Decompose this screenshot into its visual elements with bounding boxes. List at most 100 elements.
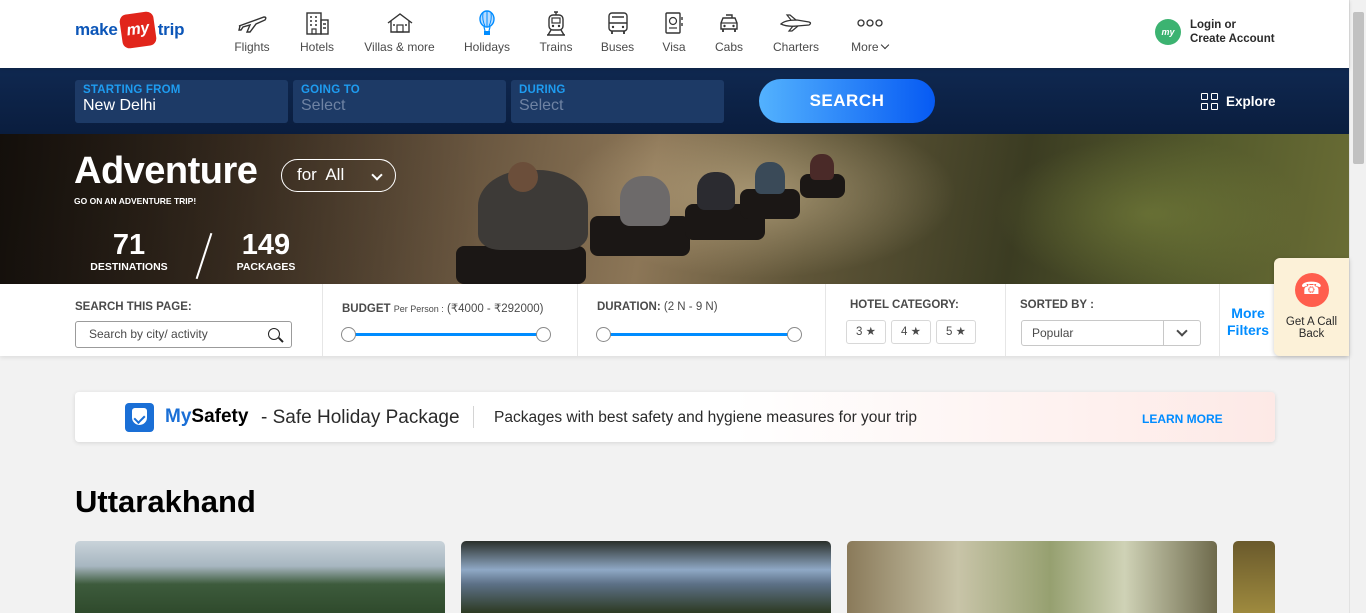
shield-check-icon xyxy=(125,403,154,432)
mysafety-banner: MySafety - Safe Holiday Package Packages… xyxy=(75,392,1275,442)
hotel-5-star-chip[interactable]: 5 ★ xyxy=(936,320,976,344)
search-button[interactable]: SEARCH xyxy=(759,79,935,123)
destinations-stat: 71 DESTINATIONS xyxy=(88,230,170,273)
search-city-activity-input[interactable]: Search by city/ activity xyxy=(75,321,292,348)
package-card[interactable] xyxy=(847,541,1217,613)
nav-item-holidays[interactable]: Holidays xyxy=(447,10,527,54)
region-heading: Uttarakhand xyxy=(75,484,256,519)
login-text: Login or Create Account xyxy=(1190,18,1275,46)
callback-line: Back xyxy=(1298,328,1325,340)
budget-min-handle[interactable] xyxy=(341,327,356,342)
packages-stat: 149 PACKAGES xyxy=(232,230,300,273)
field-value: New Delhi xyxy=(83,97,156,114)
makemytrip-logo[interactable]: make my trip xyxy=(75,10,185,50)
duration-slider[interactable] xyxy=(596,327,802,342)
destinations-label: DESTINATIONS xyxy=(90,261,168,273)
nav-item-hotels[interactable]: Hotels xyxy=(282,10,352,54)
search-placeholder: Search by city/ activity xyxy=(89,327,208,341)
hero-banner: Adventure for All GO ON AN ADVENTURE TRI… xyxy=(0,134,1349,284)
safe-holiday-package-text: - Safe Holiday Package xyxy=(261,407,460,428)
hot-air-balloon-icon xyxy=(477,10,497,36)
login-line: Login or xyxy=(1190,19,1236,31)
brand-safety: Safety xyxy=(191,406,249,427)
explore-button[interactable]: Explore xyxy=(1201,93,1276,110)
budget-max-handle[interactable] xyxy=(536,327,551,342)
starting-from-field[interactable]: STARTING FROM New Delhi xyxy=(75,80,288,123)
audience-selector[interactable]: for All xyxy=(281,159,396,192)
create-account-line: Create Account xyxy=(1190,33,1275,45)
passport-visa-icon xyxy=(663,10,685,36)
safety-description: Packages with best safety and hygiene me… xyxy=(494,409,918,426)
package-card[interactable] xyxy=(461,541,831,613)
hotel-category-label: HOTEL CATEGORY: xyxy=(850,299,959,311)
phone-icon xyxy=(1294,273,1329,307)
destinations-count: 71 xyxy=(112,229,146,261)
chevron-down-icon xyxy=(371,169,383,181)
logo-make-text: make xyxy=(75,20,118,39)
nav-label: Buses xyxy=(600,40,635,54)
budget-slider[interactable] xyxy=(341,327,551,342)
nav-item-cabs[interactable]: Cabs xyxy=(698,10,760,54)
package-card[interactable] xyxy=(75,541,445,613)
nav-item-trains[interactable]: Trains xyxy=(527,10,585,54)
field-label: GOING TO xyxy=(301,84,360,96)
mysafety-brand: MySafety xyxy=(165,406,248,428)
more-filters-button[interactable]: More Filters xyxy=(1227,305,1269,339)
get-a-call-back-button[interactable]: Get A Call Back xyxy=(1274,258,1349,356)
logo-trip-text: trip xyxy=(157,20,185,39)
chevron-down-icon xyxy=(880,40,890,50)
more-filters-line: Filters xyxy=(1227,322,1270,338)
sort-value: Popular xyxy=(1032,326,1074,340)
more-filters-line: More xyxy=(1231,305,1265,321)
hotel-3-star-chip[interactable]: 3 ★ xyxy=(846,320,886,344)
product-menu: Flights Hotels Villas & more Holidays Tr… xyxy=(222,10,907,54)
budget-range: (₹4000 - ₹292000) xyxy=(447,303,544,315)
duration-max-handle[interactable] xyxy=(787,327,802,342)
page-scrollbar[interactable] xyxy=(1349,0,1366,613)
nav-more-label: More xyxy=(851,40,890,54)
callback-line: Get A Call xyxy=(1285,316,1338,328)
duration-label: DURATION: (2 N - 9 N) xyxy=(597,301,718,313)
learn-more-link[interactable]: LEARN MORE xyxy=(1142,412,1223,426)
sorted-by-label: SORTED BY : xyxy=(1020,299,1094,311)
going-to-field[interactable]: GOING TO Select xyxy=(293,80,506,123)
nav-label: Visa xyxy=(662,40,686,54)
budget-label: BUDGET Per Person : (₹4000 - ₹292000) xyxy=(342,301,543,315)
avatar: my xyxy=(1155,19,1181,45)
nav-item-visa[interactable]: Visa xyxy=(650,10,698,54)
nav-label: Holidays xyxy=(463,40,511,54)
logo-my-text: my xyxy=(118,10,157,50)
nav-item-villas[interactable]: Villas & more xyxy=(352,10,447,54)
train-icon xyxy=(545,10,567,36)
package-card[interactable] xyxy=(1233,541,1275,613)
cab-car-icon xyxy=(717,10,741,36)
bus-icon xyxy=(606,10,630,36)
field-value: Select xyxy=(519,97,564,114)
nav-item-more[interactable]: More xyxy=(832,10,907,54)
filter-bar: SEARCH THIS PAGE: Search by city/ activi… xyxy=(0,284,1349,356)
during-field[interactable]: DURING Select xyxy=(511,80,724,123)
nav-label: Villas & more xyxy=(364,40,435,54)
villa-house-icon xyxy=(386,10,414,36)
callback-label: Get A Call Back xyxy=(1274,316,1349,340)
field-label: STARTING FROM xyxy=(83,84,181,96)
nav-label: Hotels xyxy=(299,40,334,54)
nav-item-flights[interactable]: Flights xyxy=(222,10,282,54)
packages-count: 149 xyxy=(241,229,291,261)
divider xyxy=(473,406,474,428)
sort-dropdown[interactable]: Popular xyxy=(1021,320,1201,346)
nav-item-charters[interactable]: Charters xyxy=(760,10,832,54)
hotel-4-star-chip[interactable]: 4 ★ xyxy=(891,320,931,344)
grid-icon xyxy=(1201,93,1218,110)
scrollbar-thumb[interactable] xyxy=(1353,12,1364,164)
field-value: Select xyxy=(301,97,346,114)
packages-label: PACKAGES xyxy=(236,261,296,273)
field-label: DURING xyxy=(519,84,566,96)
login-create-account[interactable]: my Login or Create Account xyxy=(1155,18,1275,46)
budget-title: BUDGET xyxy=(342,303,391,315)
brand-my: My xyxy=(165,406,192,427)
duration-min-handle[interactable] xyxy=(596,327,611,342)
airplane-icon xyxy=(236,10,268,36)
hero-subtitle: GO ON AN ADVENTURE TRIP! xyxy=(74,196,197,206)
nav-item-buses[interactable]: Buses xyxy=(585,10,650,54)
